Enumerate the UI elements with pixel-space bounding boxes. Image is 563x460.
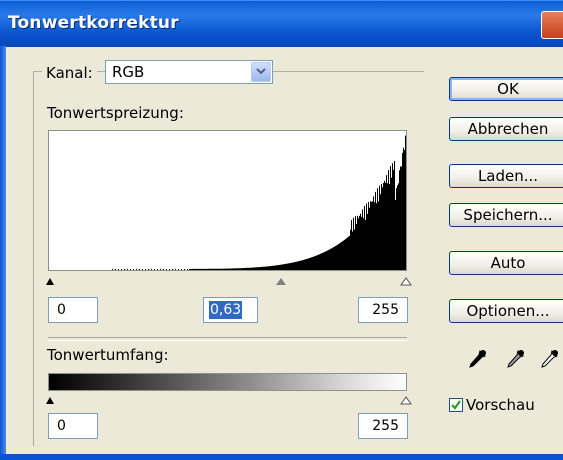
options-button[interactable]: Optionen...: [449, 299, 563, 323]
output-black-slider-handle[interactable]: [46, 397, 54, 404]
divider: [48, 337, 407, 341]
black-eyedropper-icon[interactable]: [466, 348, 488, 370]
chevron-down-icon[interactable]: [251, 62, 271, 82]
input-white-field[interactable]: 255: [358, 297, 408, 323]
save-button[interactable]: Speichern...: [449, 203, 563, 227]
input-black-field[interactable]: 0: [48, 297, 98, 323]
preview-checkbox[interactable]: [449, 398, 463, 412]
histogram-bars: [112, 135, 406, 270]
preview-label[interactable]: Vorschau: [466, 396, 535, 414]
load-button[interactable]: Laden...: [449, 164, 563, 188]
window-frame-bottom: [0, 454, 563, 460]
channel-select[interactable]: RGB: [105, 60, 273, 84]
histogram-graph: [112, 135, 406, 270]
window-title: Tonwertkorrektur: [8, 13, 179, 33]
histogram: [48, 130, 407, 271]
input-gamma-field[interactable]: 0,63: [203, 297, 258, 323]
gamma-slider-handle[interactable]: [276, 278, 286, 285]
channel-label: Kanal:: [42, 62, 97, 84]
output-white-field[interactable]: 255: [358, 413, 408, 439]
input-levels-label: Tonwertspreizung:: [47, 104, 184, 122]
title-bar[interactable]: Tonwertkorrektur: [0, 0, 563, 47]
auto-button[interactable]: Auto: [449, 251, 563, 275]
output-black-field[interactable]: 0: [48, 413, 98, 439]
output-levels-label: Tonwertumfang:: [47, 346, 169, 364]
output-levels-slider[interactable]: [44, 390, 412, 408]
output-gradient-bar: [48, 373, 407, 391]
white-point-slider-handle[interactable]: [400, 277, 412, 286]
input-levels-slider[interactable]: [44, 271, 412, 289]
channel-select-value: RGB: [112, 63, 145, 81]
white-eyedropper-icon[interactable]: [538, 348, 560, 370]
output-white-slider-handle[interactable]: [400, 396, 412, 405]
input-gamma-value: 0,63: [209, 301, 243, 319]
ok-button[interactable]: OK: [449, 77, 563, 101]
cancel-button[interactable]: Abbrechen: [449, 117, 563, 141]
gray-eyedropper-icon[interactable]: [504, 348, 526, 370]
checkmark-icon: [451, 400, 461, 410]
black-point-slider-handle[interactable]: [46, 278, 54, 285]
window-frame-left: [0, 46, 6, 460]
close-button[interactable]: [541, 11, 563, 39]
